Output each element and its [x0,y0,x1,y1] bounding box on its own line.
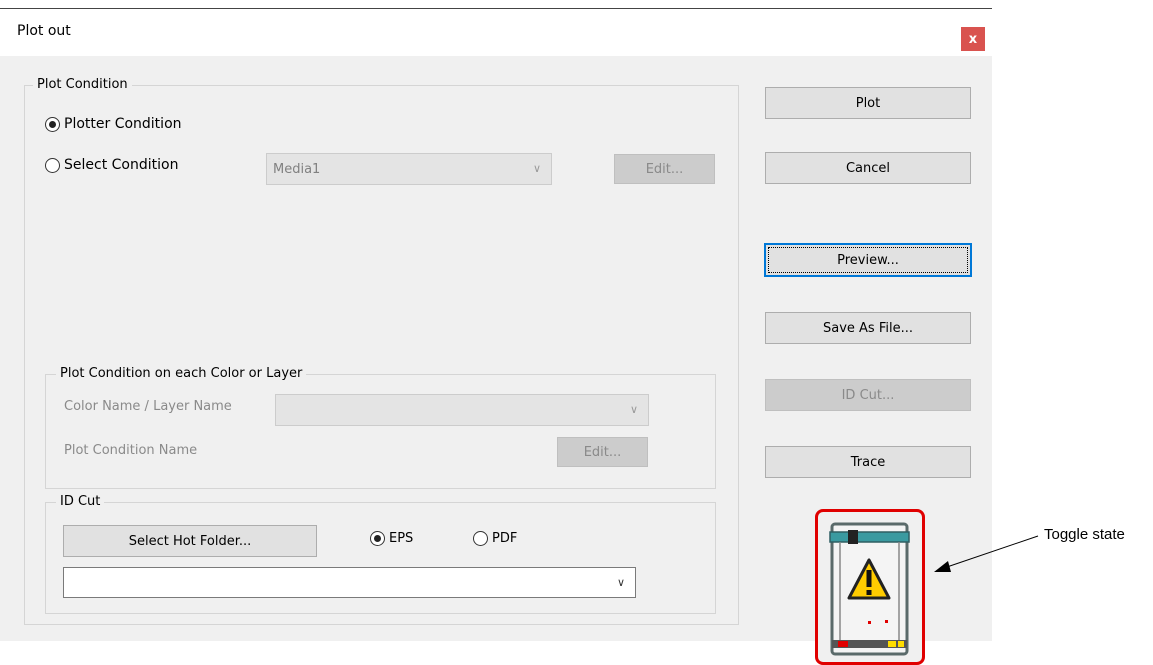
eps-label: EPS [389,531,414,546]
title-bar: Plot out x [0,12,992,56]
hot-folder-select[interactable]: ∨ [63,567,636,598]
plot-condition-name-edit-label: Edit... [583,444,622,460]
select-hot-folder-label: Select Hot Folder... [128,533,252,549]
color-layer-legend: Plot Condition on each Color or Layer [56,366,307,381]
pdf-label: PDF [492,531,518,546]
preview-button[interactable]: Preview... [764,243,972,277]
chevron-down-icon: ∨ [616,575,625,589]
pdf-radio-circle [473,531,488,546]
trace-label: Trace [850,454,886,470]
color-layer-group: Plot Condition on each Color or Layer [45,366,716,489]
plot-condition-name-edit-button[interactable]: Edit... [557,437,648,467]
plot-button[interactable]: Plot [765,87,971,119]
select-condition-edit-button[interactable]: Edit... [614,154,715,184]
dialog-title: Plot out [17,23,71,39]
id-cut-label: ID Cut... [841,387,895,403]
media-select-value: Media1 [273,161,321,177]
eps-radio-circle [370,531,385,546]
toggle-state-annotation: Toggle state [1044,526,1125,543]
chevron-down-icon: ∨ [532,161,541,175]
select-condition-radio[interactable]: Select Condition [45,157,178,173]
plotter-condition-radio[interactable]: Plotter Condition [45,116,182,132]
plotter-condition-label: Plotter Condition [64,116,182,132]
chevron-down-icon: ∨ [629,402,638,416]
plotter-condition-radio-circle [45,116,60,132]
close-icon: x [968,31,978,47]
preview-label: Preview... [837,252,899,268]
select-condition-label: Select Condition [64,157,179,173]
id-cut-button[interactable]: ID Cut... [765,379,971,411]
eps-radio[interactable]: EPS [370,531,413,546]
select-condition-edit-label: Edit... [645,161,684,177]
plotter-status-toggle[interactable] [815,509,925,665]
cancel-button[interactable]: Cancel [765,152,971,184]
color-layer-name-label: Color Name / Layer Name [64,399,232,414]
save-as-file-button[interactable]: Save As File... [765,312,971,344]
color-layer-name-select[interactable]: ∨ [275,394,649,426]
plot-condition-legend: Plot Condition [33,77,132,92]
plot-condition-name-label: Plot Condition Name [64,443,198,458]
select-condition-radio-circle [45,157,60,173]
plotter-warning-icon [829,522,910,656]
plot-label: Plot [855,95,881,111]
cancel-label: Cancel [845,160,891,176]
pdf-radio[interactable]: PDF [473,531,517,546]
id-cut-legend: ID Cut [56,494,105,509]
trace-button[interactable]: Trace [765,446,971,478]
save-as-file-label: Save As File... [823,320,913,336]
select-hot-folder-button[interactable]: Select Hot Folder... [63,525,317,557]
top-divider [0,8,992,9]
media-select[interactable]: Media1 ∨ [266,153,552,185]
close-button[interactable]: x [961,27,985,51]
